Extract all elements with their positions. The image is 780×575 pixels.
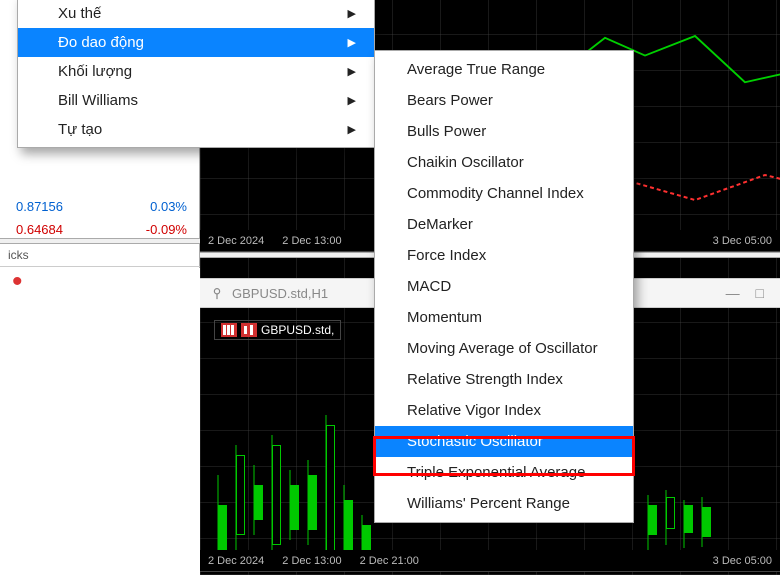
submenu-item-label: Relative Vigor Index — [407, 402, 541, 419]
time-label: 2 Dec 2024 — [208, 235, 264, 247]
chart-symbol-title: GBPUSD.std,H1 — [232, 286, 328, 301]
submenu-item[interactable]: Stochastic Oscillator — [375, 426, 633, 457]
submenu-item[interactable]: Force Index — [375, 240, 633, 271]
pin-icon[interactable] — [210, 286, 224, 300]
ticks-tab[interactable]: icks — [0, 244, 200, 267]
candlestick-icon — [241, 323, 257, 337]
submenu-item[interactable]: Momentum — [375, 302, 633, 333]
time-label: 2 Dec 13:00 — [282, 235, 341, 247]
submenu-item[interactable]: Average True Range — [375, 54, 633, 85]
time-label: 3 Dec 05:00 — [713, 555, 772, 567]
navigator-panel: • — [0, 268, 200, 575]
submenu-item-label: Moving Average of Oscillator — [407, 340, 598, 357]
menu-item[interactable]: Đo dao động ▶ — [18, 28, 374, 57]
submenu-item-label: Average True Range — [407, 61, 545, 78]
submenu-item[interactable]: Relative Vigor Index — [375, 395, 633, 426]
menu-item-label: Tự tạo — [58, 121, 102, 138]
price-value: 0.64684 — [16, 222, 63, 237]
menu-item-label: Bill Williams — [58, 92, 138, 109]
menu-item[interactable]: Khối lượng ▶ — [18, 57, 374, 86]
submenu-item[interactable]: Relative Strength Index — [375, 364, 633, 395]
time-label: 3 Dec 05:00 — [713, 235, 772, 247]
change-value: 0.03% — [150, 199, 187, 214]
table-icon — [221, 323, 237, 337]
menu-item-label: Khối lượng — [58, 63, 132, 80]
chart-label-overlay: GBPUSD.std, — [214, 320, 341, 340]
submenu-item[interactable]: Chaikin Oscillator — [375, 147, 633, 178]
submenu-item[interactable]: DeMarker — [375, 209, 633, 240]
submenu-item[interactable]: Moving Average of Oscillator — [375, 333, 633, 364]
submenu-item-label: Stochastic Oscillator — [407, 433, 543, 450]
chevron-right-icon: ▶ — [348, 36, 356, 49]
submenu-item-label: Bulls Power — [407, 123, 486, 140]
menu-item-label: Đo dao động — [58, 34, 144, 51]
submenu-item-label: Triple Exponential Average — [407, 464, 585, 481]
submenu-item-label: Williams' Percent Range — [407, 495, 570, 512]
submenu-item-label: Chaikin Oscillator — [407, 154, 524, 171]
menu-item[interactable]: Xu thế ▶ — [18, 0, 374, 28]
submenu-item-label: Momentum — [407, 309, 482, 326]
menu-item-label: Xu thế — [58, 5, 101, 22]
chevron-right-icon: ▶ — [348, 7, 356, 20]
chevron-right-icon: ▶ — [348, 94, 356, 107]
submenu-item-label: DeMarker — [407, 216, 473, 233]
dot-icon: • — [0, 268, 200, 296]
submenu-item[interactable]: Triple Exponential Average — [375, 457, 633, 488]
price-value: 0.87156 — [16, 199, 63, 214]
submenu-item-label: Force Index — [407, 247, 486, 264]
window-controls[interactable]: — □ — [726, 285, 770, 301]
time-label: 2 Dec 13:00 — [282, 555, 341, 567]
menu-item[interactable]: Bill Williams ▶ — [18, 86, 374, 115]
chevron-right-icon: ▶ — [348, 123, 356, 136]
submenu-item[interactable]: MACD — [375, 271, 633, 302]
submenu-item[interactable]: Bulls Power — [375, 116, 633, 147]
time-axis-lower: 2 Dec 2024 2 Dec 13:00 2 Dec 21:00 3 Dec… — [200, 550, 780, 572]
indicators-menu: Xu thế▶Đo dao động▶Khối lượng▶Bill Willi… — [17, 0, 375, 148]
change-value: -0.09% — [146, 222, 187, 237]
submenu-item[interactable]: Commodity Channel Index — [375, 178, 633, 209]
market-watch-row[interactable]: 0.87156 0.03% — [0, 195, 199, 218]
time-label: 2 Dec 2024 — [208, 555, 264, 567]
time-label: 2 Dec 21:00 — [360, 555, 419, 567]
submenu-item-label: Relative Strength Index — [407, 371, 563, 388]
submenu-item[interactable]: Williams' Percent Range — [375, 488, 633, 519]
submenu-item-label: MACD — [407, 278, 451, 295]
menu-item[interactable]: Tự tạo ▶ — [18, 115, 374, 144]
chevron-right-icon: ▶ — [348, 65, 356, 78]
submenu-item-label: Commodity Channel Index — [407, 185, 584, 202]
oscillators-submenu: Average True Range Bears Power Bulls Power… — [374, 50, 634, 523]
submenu-item-label: Bears Power — [407, 92, 493, 109]
chart-overlay-label: GBPUSD.std, — [261, 323, 334, 337]
submenu-item[interactable]: Bears Power — [375, 85, 633, 116]
